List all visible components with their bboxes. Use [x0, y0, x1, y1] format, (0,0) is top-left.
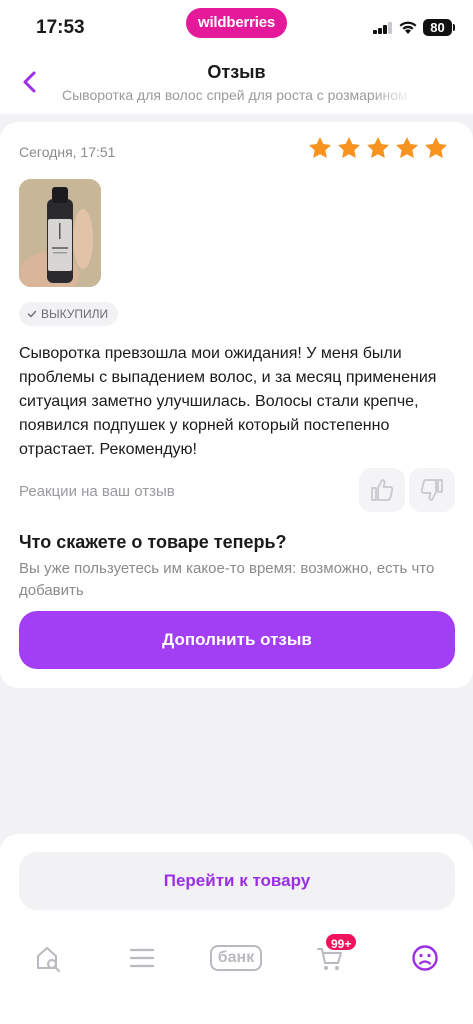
add-to-review-button[interactable]: Дополнить отзыв — [19, 611, 455, 669]
star-icon — [308, 136, 332, 158]
bottom-panel: Перейти к товару банк 99+ — [0, 834, 473, 1024]
rating-stars — [307, 135, 449, 161]
status-time: 17:53 — [36, 17, 85, 38]
star-icon — [424, 136, 448, 158]
go-to-product-button[interactable]: Перейти к товару — [19, 852, 455, 910]
bank-icon: банк — [209, 945, 263, 971]
cellular-signal-icon — [373, 22, 393, 34]
tab-home[interactable] — [28, 938, 68, 978]
review-text: Сыворотка превзошла мои ожидания! У меня… — [19, 345, 437, 458]
wildberries-logo: wildberries — [186, 8, 287, 38]
tab-profile[interactable] — [405, 938, 445, 978]
cart-count-badge: 99+ — [324, 932, 359, 952]
followup-hint: Вы уже пользуетесь им какое-то время: во… — [19, 560, 435, 599]
page-header: Отзыв Сыворотка для волос спрей для рост… — [0, 52, 473, 114]
review-card: Сегодня, 17:51 выкупили Сыворотка превзо… — [0, 122, 473, 688]
check-icon — [27, 310, 37, 318]
followup-question: Что скажете о товаре теперь? — [19, 532, 287, 552]
profile-icon — [412, 945, 438, 971]
thumbs-up-icon — [371, 479, 394, 501]
page-title: Отзыв — [207, 62, 266, 82]
review-date: Сегодня, 17:51 — [19, 144, 116, 160]
tab-bar: банк 99+ — [0, 932, 473, 984]
purchased-badge-label: выкупили — [41, 307, 109, 321]
thumbs-down-icon — [420, 479, 443, 501]
home-search-icon — [37, 947, 60, 972]
status-bar: 17:53 wildberries 80 — [0, 0, 473, 52]
dislike-button[interactable] — [409, 468, 455, 512]
product-photo-image — [19, 179, 101, 287]
like-button[interactable] — [359, 468, 405, 512]
product-subtitle: Сыворотка для волос спрей для роста с ро… — [62, 87, 412, 103]
purchased-badge: выкупили — [19, 302, 119, 326]
wifi-icon — [399, 21, 417, 34]
menu-icon — [129, 948, 155, 968]
tab-catalog[interactable] — [122, 938, 162, 978]
star-icon — [366, 136, 390, 158]
star-icon — [337, 136, 361, 158]
reactions-label: Реакции на ваш отзыв — [19, 483, 175, 500]
star-icon — [395, 136, 419, 158]
review-photo[interactable] — [19, 179, 101, 287]
tab-bank[interactable]: банк — [206, 938, 266, 978]
battery-indicator: 80 — [423, 19, 455, 36]
